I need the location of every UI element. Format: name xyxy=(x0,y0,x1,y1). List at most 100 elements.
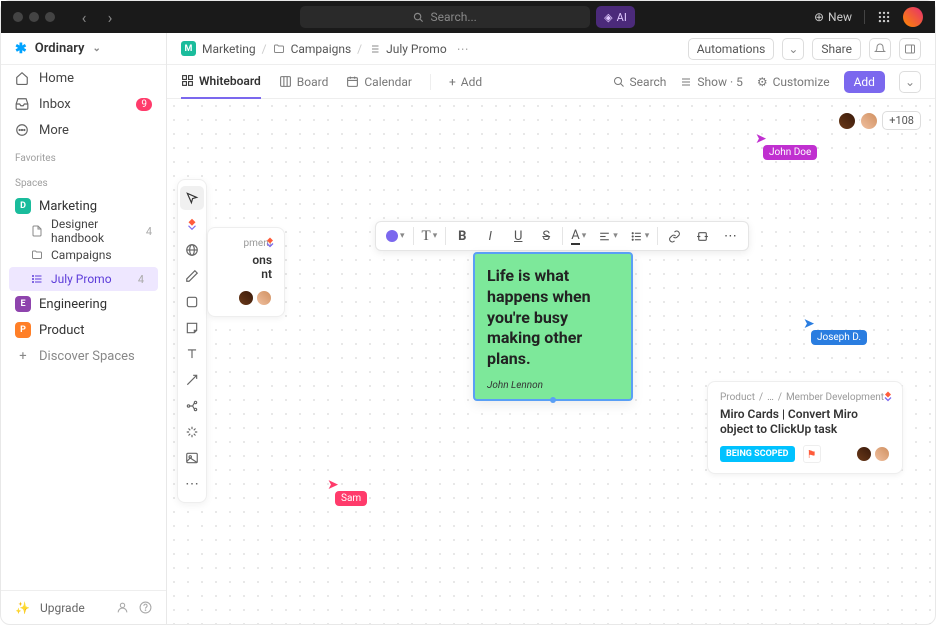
font-button[interactable]: T▾ xyxy=(418,225,442,247)
sliders-icon xyxy=(680,76,692,88)
breadcrumb-space-badge: M xyxy=(181,41,196,56)
space-product[interactable]: P Product xyxy=(1,317,166,343)
breadcrumb-bar: M Marketing / Campaigns / July Promo ⋯ A… xyxy=(167,33,935,65)
ai-button[interactable]: ◈ AI xyxy=(596,6,635,28)
clickup-tool[interactable] xyxy=(180,212,204,236)
text-tool[interactable] xyxy=(180,342,204,366)
panel-icon[interactable] xyxy=(899,38,921,60)
space-badge: E xyxy=(15,296,31,312)
inbox-icon xyxy=(15,97,29,111)
list-button[interactable]: ▾ xyxy=(626,225,654,247)
person-icon[interactable] xyxy=(116,601,129,614)
space-marketing[interactable]: D Marketing xyxy=(1,193,166,219)
italic-button[interactable]: I xyxy=(478,225,502,247)
text-format-toolbar: ▾ T▾ B I U S A▾ ▾ ▾ ⋯ xyxy=(375,221,749,251)
pen-tool[interactable] xyxy=(180,264,204,288)
avatar xyxy=(238,290,254,306)
discover-spaces[interactable]: + Discover Spaces xyxy=(1,343,166,369)
nav-back-button[interactable]: ‹ xyxy=(73,7,95,27)
avatar xyxy=(860,112,878,130)
mindmap-tool[interactable] xyxy=(180,394,204,418)
presence-count: +108 xyxy=(882,111,921,130)
whiteboard-toolbox: ⋯ xyxy=(177,179,207,503)
space-engineering[interactable]: E Engineering xyxy=(1,291,166,317)
convert-button[interactable] xyxy=(690,225,714,247)
image-tool[interactable] xyxy=(180,446,204,470)
text-color-button[interactable]: A▾ xyxy=(567,225,590,247)
tree-item-handbook[interactable]: Designer handbook 4 xyxy=(1,219,166,243)
favorites-section-label: Favorites xyxy=(1,143,166,168)
underline-button[interactable]: U xyxy=(506,225,530,247)
breadcrumb-space[interactable]: Marketing xyxy=(202,42,256,56)
folder-icon xyxy=(31,249,43,261)
sidebar-item-more[interactable]: More xyxy=(1,117,166,143)
show-button[interactable]: Show · 5 xyxy=(680,65,742,99)
nav-forward-button[interactable]: › xyxy=(99,7,121,27)
breadcrumb-folder[interactable]: Campaigns xyxy=(291,42,352,56)
add-view-button[interactable]: + Add xyxy=(449,65,482,99)
tab-board[interactable]: Board xyxy=(279,65,329,99)
ai-icon: ◈ xyxy=(604,11,612,24)
sidebar-item-home[interactable]: Home xyxy=(1,65,166,91)
bell-icon[interactable] xyxy=(869,38,891,60)
sticky-tool[interactable] xyxy=(180,316,204,340)
add-task-button[interactable]: Add xyxy=(844,71,885,93)
breadcrumb-list[interactable]: July Promo xyxy=(386,42,447,56)
inbox-count-badge: 9 xyxy=(136,98,152,111)
workspace-switcher[interactable]: ✱ Ordinary ⌄ xyxy=(1,33,166,65)
tab-whiteboard[interactable]: Whiteboard xyxy=(181,65,261,99)
list-icon xyxy=(368,43,380,55)
shape-tool[interactable] xyxy=(180,290,204,314)
automations-button[interactable]: Automations xyxy=(688,38,775,60)
ai-tool[interactable] xyxy=(180,420,204,444)
search-input[interactable]: Search... xyxy=(300,6,590,28)
more-tool[interactable]: ⋯ xyxy=(180,472,204,496)
search-icon xyxy=(413,12,424,23)
sticky-quote: Life is what happens when you're busy ma… xyxy=(487,266,619,370)
color-swatch-icon xyxy=(386,230,398,242)
avatar xyxy=(838,112,856,130)
add-dropdown[interactable]: ⌄ xyxy=(899,71,921,93)
help-icon[interactable] xyxy=(139,601,152,614)
customize-button[interactable]: ⚙Customize xyxy=(757,65,830,99)
tree-item-july-promo[interactable]: July Promo 4 xyxy=(9,267,158,291)
new-button[interactable]: ⊕ New xyxy=(814,10,852,24)
plus-icon: + xyxy=(449,75,456,89)
sidebar: ✱ Ordinary ⌄ Home Inbox 9 More Favorites… xyxy=(1,33,167,624)
apps-grid-icon[interactable] xyxy=(877,10,891,24)
upgrade-link[interactable]: Upgrade xyxy=(40,601,85,615)
tree-item-campaigns[interactable]: Campaigns xyxy=(1,243,166,267)
clickup-icon xyxy=(264,236,276,248)
sidebar-item-inbox[interactable]: Inbox 9 xyxy=(1,91,166,117)
gear-icon: ⚙ xyxy=(757,75,768,89)
card-breadcrumb: Product/…/Member Development xyxy=(720,392,890,403)
align-button[interactable]: ▾ xyxy=(594,225,622,247)
more-format-button[interactable]: ⋯ xyxy=(718,225,742,247)
presence-avatars[interactable]: +108 xyxy=(838,111,921,130)
bold-button[interactable]: B xyxy=(450,225,474,247)
fill-color-button[interactable]: ▾ xyxy=(382,225,409,247)
pointer-tool[interactable] xyxy=(180,186,204,210)
whiteboard-canvas[interactable]: +108 ⋯ ▾ T▾ xyxy=(167,99,935,624)
task-card[interactable]: pment onsnt xyxy=(207,227,285,317)
connector-tool[interactable] xyxy=(180,368,204,392)
strike-button[interactable]: S xyxy=(534,225,558,247)
avatar xyxy=(256,290,272,306)
search-placeholder: Search... xyxy=(430,10,476,24)
window-controls[interactable] xyxy=(13,12,55,22)
task-card[interactable]: Product/…/Member Development Miro Cards … xyxy=(707,381,903,474)
web-tool[interactable] xyxy=(180,238,204,262)
flag-icon[interactable]: ⚑ xyxy=(803,445,821,463)
sticky-note[interactable]: Life is what happens when you're busy ma… xyxy=(473,252,633,401)
search-view-button[interactable]: Search xyxy=(613,65,667,99)
more-icon[interactable]: ⋯ xyxy=(457,42,469,56)
share-button[interactable]: Share xyxy=(812,38,861,60)
automations-dropdown[interactable]: ⌄ xyxy=(782,38,804,60)
calendar-icon xyxy=(346,75,359,88)
link-button[interactable] xyxy=(662,225,686,247)
whiteboard-icon xyxy=(181,74,194,87)
user-avatar[interactable] xyxy=(903,7,923,27)
titlebar: ‹ › Search... ◈ AI ⊕ New xyxy=(1,1,935,33)
home-icon xyxy=(15,71,29,85)
tab-calendar[interactable]: Calendar xyxy=(346,65,412,99)
